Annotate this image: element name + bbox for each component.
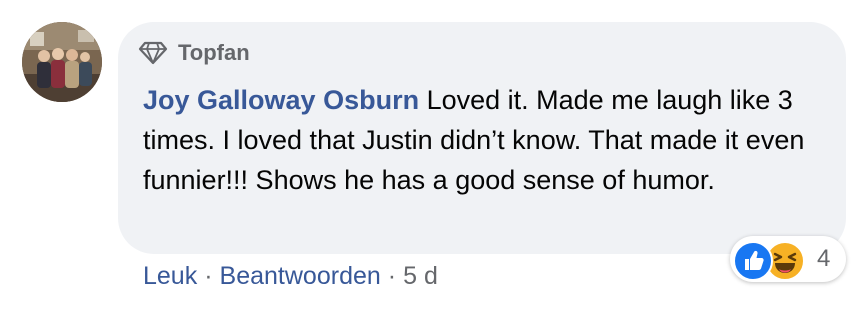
avatar[interactable] (22, 22, 102, 102)
comment-author[interactable]: Joy Galloway Osburn (143, 85, 419, 115)
badge-label: Topfan (178, 40, 250, 65)
reply-link[interactable]: Beantwoorden (220, 262, 381, 291)
comment: Topfan Joy Galloway Osburn Loved it. Mad… (0, 0, 862, 310)
diamond-icon (138, 41, 168, 65)
separator: · (204, 262, 213, 290)
topfan-badge[interactable]: Topfan (138, 38, 250, 68)
comment-timestamp[interactable]: 5 d (403, 262, 438, 291)
comment-body: Joy Galloway Osburn Loved it. Made me la… (143, 80, 823, 200)
like-icon (733, 241, 773, 281)
like-link[interactable]: Leuk (143, 262, 197, 291)
avatar-photo (22, 22, 102, 102)
reaction-icons (733, 239, 813, 281)
separator: · (387, 262, 397, 290)
reactions-summary[interactable]: 4 (730, 236, 846, 282)
comment-actions: Leuk · Beantwoorden · 5 d (143, 262, 438, 291)
reaction-count: 4 (817, 245, 831, 272)
